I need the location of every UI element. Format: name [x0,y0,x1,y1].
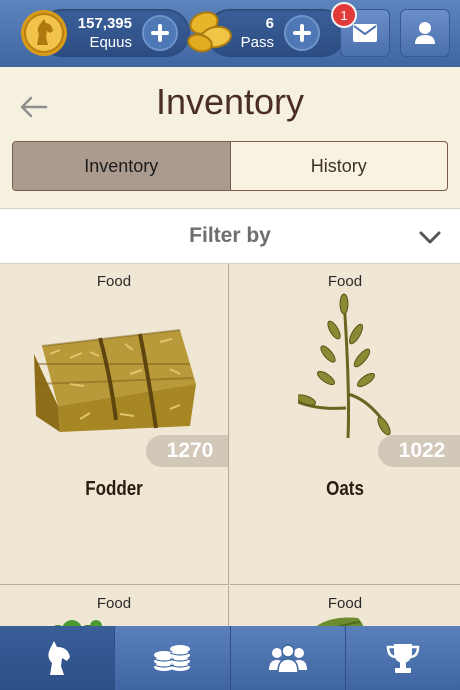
trophy-icon [386,644,420,673]
inventory-card[interactable]: Food 1022 Oats [230,264,460,585]
leaf-icon [316,617,364,626]
chevron-down-icon [419,231,441,244]
mail-icon [353,24,377,42]
filter-label: Filter by [189,224,271,247]
nav-coins[interactable] [115,626,231,690]
filter-dropdown[interactable]: Filter by [0,208,460,264]
item-category: Food [96,595,132,612]
equus-currency: 157,395 Equus [20,9,190,57]
page-title: Inventory [155,81,305,122]
group-icon [268,644,307,672]
plus-icon [151,24,169,42]
hay-bale-icon [34,329,196,432]
tab-inventory[interactable]: Inventory [13,142,231,190]
bottom-nav [0,626,460,690]
item-category: Food [327,595,363,612]
equus-amount: 157,395 [77,15,132,32]
page-header: Inventory Inventory History [0,67,460,208]
horse-head-icon [48,641,71,675]
nav-horse[interactable] [0,626,116,690]
item-quantity: 1022 [378,435,460,467]
item-name: Oats [326,478,364,500]
plus-icon [293,24,311,42]
mail-button[interactable]: 1 [331,2,390,57]
nav-trophy[interactable] [346,626,460,690]
inventory-grid: Food 1270 Fodder Food 1022 Oats Food Foo… [0,264,460,626]
item-category: Food [96,273,132,290]
coins-icon [154,645,191,671]
buy-pass-button[interactable] [284,15,320,51]
pass-amount: 6 [265,15,274,32]
oats-icon [298,293,391,439]
equus-label: Equus [89,34,132,51]
nav-club[interactable] [231,626,346,690]
tab-history[interactable]: History [231,142,448,190]
buy-equus-button[interactable] [142,15,178,51]
pass-currency: 6 Pass [186,9,346,57]
green-plant-icon [53,620,102,626]
item-name: Fodder [85,478,143,500]
top-bar: 157,395 Equus 6 Pass 1 [0,0,460,67]
pass-text: 6 Pass [236,14,274,52]
inventory-card[interactable]: Food [0,586,229,626]
view-tabs: Inventory History [12,141,448,191]
mail-badge: 1 [331,2,357,28]
inventory-card[interactable]: Food [230,586,460,626]
profile-button[interactable] [400,9,450,57]
horse-coin-icon [21,10,67,56]
inventory-card[interactable]: Food 1270 Fodder [0,264,229,585]
pass-label: Pass [240,34,274,51]
item-category: Food [327,273,363,290]
profile-icon [415,22,435,44]
equus-text: 157,395 Equus [68,14,132,52]
item-quantity: 1270 [146,435,228,467]
